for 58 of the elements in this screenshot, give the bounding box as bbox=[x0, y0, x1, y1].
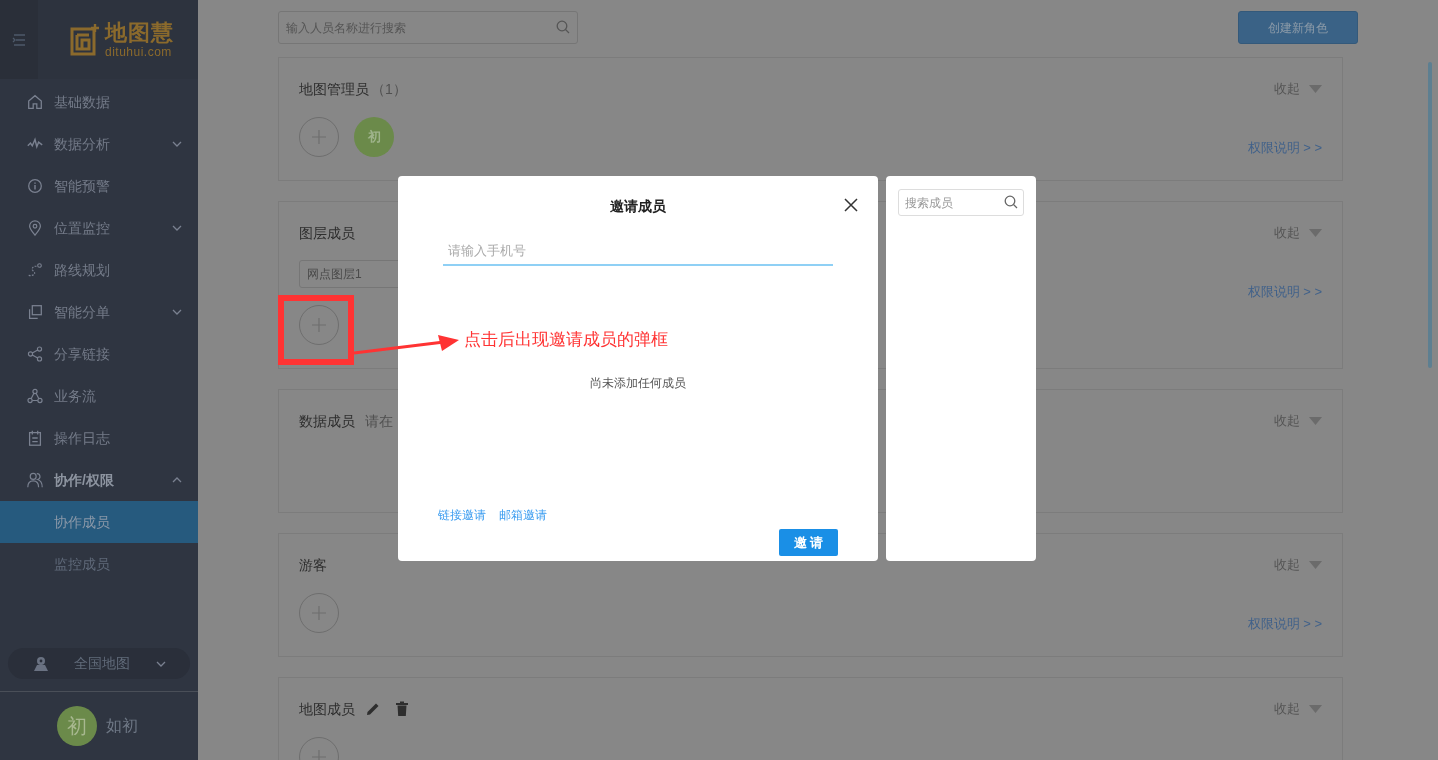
member-avatar[interactable]: 初 bbox=[354, 117, 394, 157]
search-icon bbox=[1004, 195, 1018, 209]
location-pin-icon bbox=[26, 219, 44, 237]
permission-link[interactable]: 权限说明 > > bbox=[1247, 614, 1322, 634]
sidebar-item[interactable]: 位置监控 bbox=[0, 207, 198, 249]
logo-icon bbox=[68, 22, 102, 57]
sidebar-item[interactable]: 协作/权限 bbox=[0, 459, 198, 501]
search-icon bbox=[556, 20, 570, 34]
section-title: 数据成员 bbox=[299, 411, 355, 431]
logo-text: 地图慧 bbox=[105, 21, 174, 44]
menu-icon bbox=[12, 33, 26, 46]
invite-link[interactable]: 邮箱邀请 bbox=[499, 506, 547, 524]
caret-down-icon bbox=[1309, 85, 1322, 93]
caret-down-icon bbox=[1309, 417, 1322, 425]
users-icon bbox=[26, 471, 44, 489]
map-selector[interactable]: 全国地图 bbox=[8, 648, 190, 679]
permission-link[interactable]: 权限说明 > > bbox=[1247, 282, 1322, 302]
dialog-title: 邀请成员 bbox=[610, 196, 666, 216]
invite-button[interactable]: 邀 请 bbox=[779, 529, 838, 556]
invite-link[interactable]: 链接邀请 bbox=[438, 506, 486, 524]
close-icon bbox=[844, 198, 858, 212]
section-title: 图层成员 bbox=[299, 223, 355, 243]
logo-domain: dituhui.com bbox=[105, 45, 173, 58]
sidebar-item[interactable]: 操作日志 bbox=[0, 417, 198, 459]
close-button[interactable] bbox=[844, 198, 858, 212]
caret-icon bbox=[156, 660, 166, 667]
user-name: 如初 bbox=[106, 716, 138, 736]
copy-icon bbox=[26, 303, 44, 321]
share-icon bbox=[26, 345, 44, 363]
section-title: 地图成员 bbox=[299, 699, 355, 719]
trash-icon bbox=[395, 701, 409, 717]
caret-down-icon bbox=[1309, 705, 1322, 713]
caret-down-icon bbox=[1309, 229, 1322, 237]
sidebar-item[interactable]: 数据分析 bbox=[0, 123, 198, 165]
annotation-text: 点击后出现邀请成员的弹框 bbox=[464, 329, 668, 351]
map-pin-icon bbox=[32, 655, 50, 672]
caret-down-icon bbox=[1309, 561, 1322, 569]
member-search-field[interactable]: 搜索成员 bbox=[898, 189, 1024, 216]
sidebar-item[interactable]: 智能预警 bbox=[0, 165, 198, 207]
permission-link[interactable]: 权限说明 > > bbox=[1247, 138, 1322, 158]
create-role-button[interactable]: 创建新角色 bbox=[1238, 11, 1358, 44]
sidebar-item[interactable]: 路线规划 bbox=[0, 249, 198, 291]
info-icon bbox=[26, 177, 44, 195]
sidebar-item[interactable]: 基础数据 bbox=[0, 81, 198, 123]
sidebar-item[interactable]: 业务流 bbox=[0, 375, 198, 417]
workflow-icon bbox=[26, 387, 44, 405]
user-avatar[interactable]: 初 bbox=[57, 706, 97, 746]
sidebar-item[interactable]: 智能分单 bbox=[0, 291, 198, 333]
section-title: 游客 bbox=[299, 555, 327, 575]
phone-input[interactable]: 请输入手机号 bbox=[443, 236, 833, 266]
route-icon bbox=[26, 261, 44, 279]
clipboard-icon bbox=[26, 429, 44, 447]
sidebar-item[interactable]: 分享链接 bbox=[0, 333, 198, 375]
scrollbar[interactable] bbox=[1428, 62, 1432, 368]
section-title: 地图管理员 bbox=[299, 79, 369, 99]
home-icon bbox=[26, 93, 44, 111]
empty-message: 尚未添加任何成员 bbox=[589, 375, 687, 392]
sidebar-subitem[interactable]: 协作成员 bbox=[0, 501, 198, 543]
